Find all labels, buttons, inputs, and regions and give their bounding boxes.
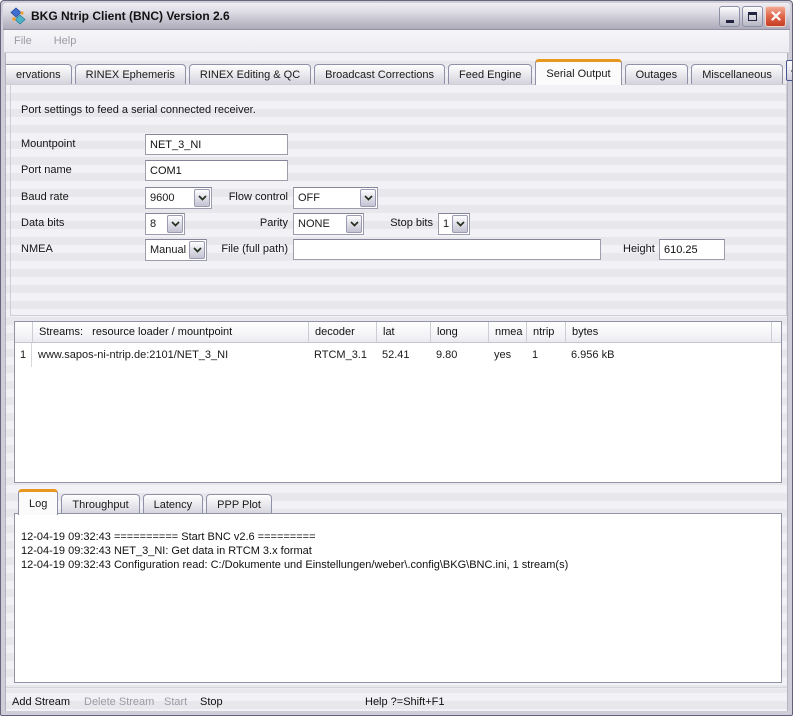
tab-serial-output[interactable]: Serial Output [535, 59, 621, 85]
streams-table-header: Streams: resource loader / mountpoint de… [15, 322, 781, 343]
header-decoder[interactable]: decoder [308, 322, 376, 342]
header-bytes[interactable]: bytes [565, 322, 771, 342]
minimize-icon [726, 20, 734, 23]
menu-file[interactable]: File [14, 35, 32, 47]
tab-rinex-editing-qc[interactable]: RINEX Editing & QC [189, 64, 311, 85]
chevron-down-icon [360, 189, 376, 207]
app-window: BKG Ntrip Client (BNC) Version 2.6 File … [0, 0, 793, 716]
cell-ntrip: 1 [526, 349, 565, 361]
streams-table: Streams: resource loader / mountpoint de… [14, 321, 782, 483]
file-path-input[interactable] [293, 239, 601, 260]
tab-scroll-left-button[interactable] [786, 60, 793, 81]
cell-mountpoint: www.sapos-ni-ntrip.de:2101/NET_3_NI [32, 349, 308, 361]
maximize-icon [748, 12, 757, 21]
cell-long: 9.80 [430, 349, 488, 361]
height-label: Height [623, 239, 655, 260]
row-number: 1 [15, 343, 32, 367]
nmea-select[interactable]: Manual [145, 239, 207, 261]
window-controls [719, 6, 786, 27]
window-title: BKG Ntrip Client (BNC) Version 2.6 [31, 9, 719, 23]
close-icon [771, 11, 781, 21]
tab-observations[interactable]: ervations [6, 64, 72, 85]
tab-ppp-plot[interactable]: PPP Plot [206, 494, 272, 515]
tab-rinex-ephemeris[interactable]: RINEX Ephemeris [75, 64, 186, 85]
nmea-value: Manual [146, 240, 188, 260]
parity-label: Parity [211, 213, 288, 234]
tab-latency[interactable]: Latency [143, 494, 204, 515]
height-input[interactable] [659, 239, 725, 260]
menubar: File Help [4, 30, 789, 53]
log-line: 12-04-19 09:32:43 NET_3_NI: Get data in … [21, 544, 773, 558]
cell-nmea: yes [488, 349, 526, 361]
chevron-down-icon [452, 215, 468, 233]
stop-bits-value: 1 [439, 214, 451, 234]
parity-value: NONE [294, 214, 345, 234]
header-ntrip[interactable]: ntrip [526, 322, 565, 342]
mountpoint-label: Mountpoint [21, 134, 75, 155]
bottom-tabbar: Log Throughput Latency PPP Plot [14, 490, 275, 515]
serial-output-panel: Port settings to feed a serial connected… [10, 84, 787, 316]
header-rownum [15, 322, 32, 342]
menu-help[interactable]: Help [54, 35, 77, 47]
header-long[interactable]: long [430, 322, 488, 342]
data-bits-select[interactable]: 8 [145, 213, 185, 235]
chevron-down-icon [346, 215, 362, 233]
header-mountpoint[interactable]: Streams: resource loader / mountpoint [32, 322, 308, 342]
stop-button[interactable]: Stop [200, 694, 223, 710]
main-tabbar: ervations RINEX Ephemeris RINEX Editing … [6, 58, 787, 85]
stop-bits-label: Stop bits [387, 213, 433, 234]
arrow-left-icon [787, 67, 793, 75]
log-panel: 12-04-19 09:32:43 ========== Start BNC v… [14, 513, 782, 683]
cell-lat: 52.41 [376, 349, 430, 361]
add-stream-button[interactable]: Add Stream [12, 694, 70, 710]
header-filler [771, 322, 781, 342]
tab-outages[interactable]: Outages [625, 64, 689, 85]
file-path-label: File (full path) [203, 239, 288, 260]
panel-intro-text: Port settings to feed a serial connected… [21, 100, 256, 121]
tab-scrollers [786, 60, 793, 81]
mountpoint-input[interactable] [145, 134, 288, 155]
port-name-input[interactable] [145, 160, 288, 181]
cell-bytes: 6.956 kB [565, 349, 771, 361]
flow-control-select[interactable]: OFF [293, 187, 378, 209]
data-bits-label: Data bits [21, 213, 64, 234]
flow-control-value: OFF [294, 188, 359, 208]
close-button[interactable] [765, 6, 786, 27]
start-button[interactable]: Start [164, 694, 187, 710]
log-line: 12-04-19 09:32:43 ========== Start BNC v… [21, 530, 773, 544]
cell-decoder: RTCM_3.1 [308, 349, 376, 361]
titlebar: BKG Ntrip Client (BNC) Version 2.6 [3, 3, 790, 30]
minimize-button[interactable] [719, 6, 740, 27]
statusbar: Add Stream Delete Stream Start Stop Help… [6, 689, 787, 713]
tab-feed-engine[interactable]: Feed Engine [448, 64, 532, 85]
flow-control-label: Flow control [181, 187, 288, 208]
maximize-button[interactable] [742, 6, 763, 27]
main-content: ervations RINEX Ephemeris RINEX Editing … [5, 53, 788, 711]
tab-throughput[interactable]: Throughput [61, 494, 139, 515]
data-bits-value: 8 [146, 214, 166, 234]
nmea-label: NMEA [21, 239, 53, 260]
parity-select[interactable]: NONE [293, 213, 364, 235]
tab-log[interactable]: Log [18, 489, 58, 515]
stream-row[interactable]: 1 www.sapos-ni-ntrip.de:2101/NET_3_NI RT… [15, 343, 781, 367]
chevron-down-icon [167, 215, 183, 233]
header-lat[interactable]: lat [376, 322, 430, 342]
baud-rate-label: Baud rate [21, 187, 69, 208]
port-name-label: Port name [21, 160, 72, 181]
help-shortcut-text: Help ?=Shift+F1 [365, 694, 445, 710]
log-line: 12-04-19 09:32:43 Configuration read: C:… [21, 558, 773, 572]
tab-broadcast-corrections[interactable]: Broadcast Corrections [314, 64, 445, 85]
app-icon [9, 7, 27, 25]
delete-stream-button[interactable]: Delete Stream [84, 694, 154, 710]
tab-miscellaneous[interactable]: Miscellaneous [691, 64, 783, 85]
stop-bits-select[interactable]: 1 [438, 213, 470, 235]
header-nmea[interactable]: nmea [488, 322, 526, 342]
